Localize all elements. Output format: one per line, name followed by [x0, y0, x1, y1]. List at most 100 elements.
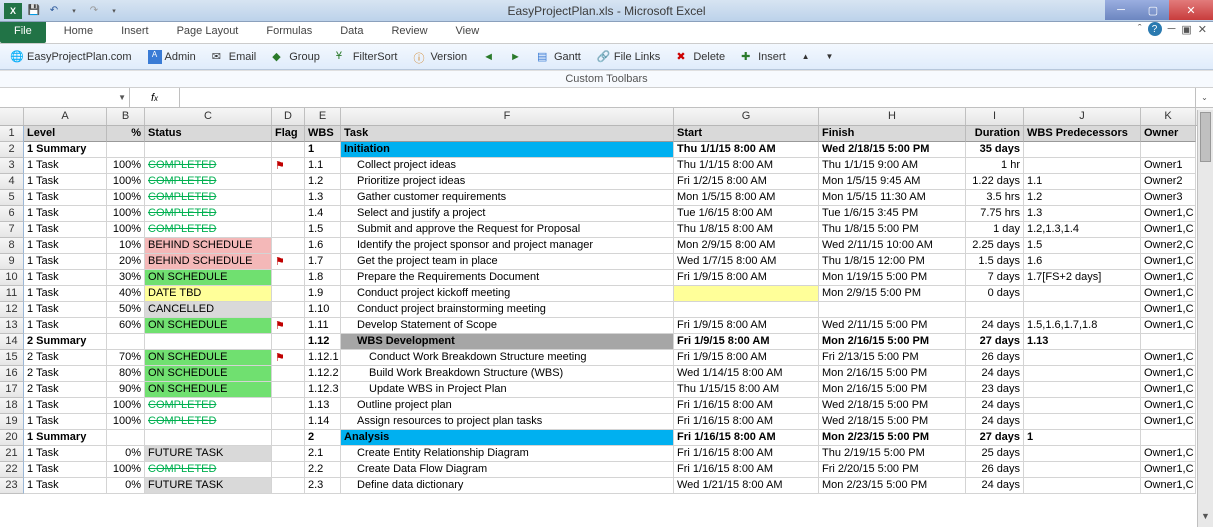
- ribbon-tab-page-layout[interactable]: Page Layout: [163, 22, 253, 43]
- cell[interactable]: Fri 1/16/15 8:00 AM: [674, 414, 819, 430]
- cell[interactable]: Owner1,C: [1141, 446, 1196, 462]
- cell[interactable]: ON SCHEDULE: [145, 366, 272, 382]
- toolbar-up[interactable]: ▲: [798, 50, 814, 63]
- cell[interactable]: [1024, 478, 1141, 494]
- cell[interactable]: Fri 2/13/15 5:00 PM: [819, 350, 966, 366]
- ribbon-tab-insert[interactable]: Insert: [107, 22, 163, 43]
- cell[interactable]: 1 Task: [24, 206, 107, 222]
- cell[interactable]: Owner1,C: [1141, 254, 1196, 270]
- cell[interactable]: 1.3: [305, 190, 341, 206]
- help-icon[interactable]: ?: [1148, 22, 1162, 36]
- cell[interactable]: 2.3: [305, 478, 341, 494]
- cell[interactable]: 2.1: [305, 446, 341, 462]
- column-header-K[interactable]: K: [1141, 108, 1196, 125]
- cell[interactable]: Fri 1/9/15 8:00 AM: [674, 270, 819, 286]
- cell[interactable]: COMPLETED: [145, 174, 272, 190]
- column-header-D[interactable]: D: [272, 108, 305, 125]
- cell[interactable]: [145, 430, 272, 446]
- cell[interactable]: 1 Task: [24, 238, 107, 254]
- cell[interactable]: 0 days: [966, 286, 1024, 302]
- cell[interactable]: 27 days: [966, 430, 1024, 446]
- cell[interactable]: 1 Summary: [24, 430, 107, 446]
- cell[interactable]: COMPLETED: [145, 222, 272, 238]
- row-header[interactable]: 19: [0, 414, 24, 430]
- row-header[interactable]: 4: [0, 174, 24, 190]
- cell[interactable]: 1.9: [305, 286, 341, 302]
- header-duration[interactable]: Duration: [966, 126, 1024, 142]
- cell[interactable]: [1024, 382, 1141, 398]
- cell[interactable]: Analysis: [341, 430, 674, 446]
- undo-dd-icon[interactable]: ▾: [66, 3, 82, 19]
- cell[interactable]: Owner1,C: [1141, 206, 1196, 222]
- cell[interactable]: FUTURE TASK: [145, 446, 272, 462]
- maximize-button[interactable]: ▢: [1137, 0, 1169, 20]
- row-header[interactable]: 10: [0, 270, 24, 286]
- toolbar-insert[interactable]: ✚ Insert: [737, 48, 790, 66]
- toolbar-version[interactable]: ⓘ Version: [409, 48, 471, 66]
- cell[interactable]: 24 days: [966, 398, 1024, 414]
- cell[interactable]: [145, 142, 272, 158]
- cell[interactable]: Thu 2/19/15 5:00 PM: [819, 446, 966, 462]
- undo-icon[interactable]: ↶: [46, 3, 62, 19]
- minimize-button[interactable]: ─: [1105, 0, 1137, 20]
- row-header[interactable]: 8: [0, 238, 24, 254]
- cell[interactable]: [272, 334, 305, 350]
- header-finish[interactable]: Finish: [819, 126, 966, 142]
- cell[interactable]: 1.1: [1024, 174, 1141, 190]
- cell[interactable]: COMPLETED: [145, 190, 272, 206]
- cell[interactable]: 24 days: [966, 366, 1024, 382]
- column-header-B[interactable]: B: [107, 108, 145, 125]
- cell[interactable]: Thu 1/8/15 5:00 PM: [819, 222, 966, 238]
- cell[interactable]: 100%: [107, 462, 145, 478]
- cell[interactable]: [272, 238, 305, 254]
- cell[interactable]: Conduct Work Breakdown Structure meeting: [341, 350, 674, 366]
- cell[interactable]: 1.7[FS+2 days]: [1024, 270, 1141, 286]
- cell[interactable]: 2.25 days: [966, 238, 1024, 254]
- cell[interactable]: 1.3: [1024, 206, 1141, 222]
- cell[interactable]: [1141, 334, 1196, 350]
- cell[interactable]: Mon 2/16/15 5:00 PM: [819, 366, 966, 382]
- cell[interactable]: COMPLETED: [145, 398, 272, 414]
- toolbar-email[interactable]: ✉ Email: [208, 48, 261, 66]
- cell[interactable]: 25 days: [966, 446, 1024, 462]
- cell[interactable]: Owner1: [1141, 158, 1196, 174]
- cell[interactable]: BEHIND SCHEDULE: [145, 254, 272, 270]
- formula-bar-expand[interactable]: ⌄: [1195, 88, 1213, 107]
- header-predecessors[interactable]: WBS Predecessors: [1024, 126, 1141, 142]
- cell[interactable]: Fri 1/2/15 8:00 AM: [674, 174, 819, 190]
- cell[interactable]: 1.12.3: [305, 382, 341, 398]
- redo-icon[interactable]: ↷: [86, 3, 102, 19]
- cell[interactable]: Thu 1/1/15 9:00 AM: [819, 158, 966, 174]
- cell[interactable]: 1.5: [305, 222, 341, 238]
- cell[interactable]: Mon 2/16/15 5:00 PM: [819, 334, 966, 350]
- cell[interactable]: 0%: [107, 478, 145, 494]
- save-icon[interactable]: 💾: [26, 3, 42, 19]
- cell[interactable]: Tue 1/6/15 8:00 AM: [674, 206, 819, 222]
- cell[interactable]: COMPLETED: [145, 158, 272, 174]
- row-header[interactable]: 9: [0, 254, 24, 270]
- cell[interactable]: Owner2: [1141, 174, 1196, 190]
- cell[interactable]: Thu 1/8/15 8:00 AM: [674, 222, 819, 238]
- cell[interactable]: [1024, 302, 1141, 318]
- cell[interactable]: WBS Development: [341, 334, 674, 350]
- cell[interactable]: 1: [1024, 430, 1141, 446]
- cell[interactable]: Fri 1/9/15 8:00 AM: [674, 350, 819, 366]
- cell[interactable]: 1.12: [305, 334, 341, 350]
- cell[interactable]: BEHIND SCHEDULE: [145, 238, 272, 254]
- cell[interactable]: [272, 366, 305, 382]
- cell[interactable]: COMPLETED: [145, 414, 272, 430]
- ribbon-tab-data[interactable]: Data: [326, 22, 377, 43]
- cell[interactable]: Fri 1/16/15 8:00 AM: [674, 398, 819, 414]
- row-header[interactable]: 14: [0, 334, 24, 350]
- cell[interactable]: [272, 462, 305, 478]
- cell[interactable]: [272, 174, 305, 190]
- cell[interactable]: Get the project team in place: [341, 254, 674, 270]
- toolbar-left-arrow[interactable]: ◄: [479, 49, 498, 65]
- cell[interactable]: 3.5 hrs: [966, 190, 1024, 206]
- cell[interactable]: Owner3: [1141, 190, 1196, 206]
- cell[interactable]: [272, 142, 305, 158]
- cell[interactable]: ⚑: [272, 350, 305, 366]
- cell[interactable]: 1 Task: [24, 462, 107, 478]
- cell[interactable]: Wed 1/7/15 8:00 AM: [674, 254, 819, 270]
- cell[interactable]: CANCELLED: [145, 302, 272, 318]
